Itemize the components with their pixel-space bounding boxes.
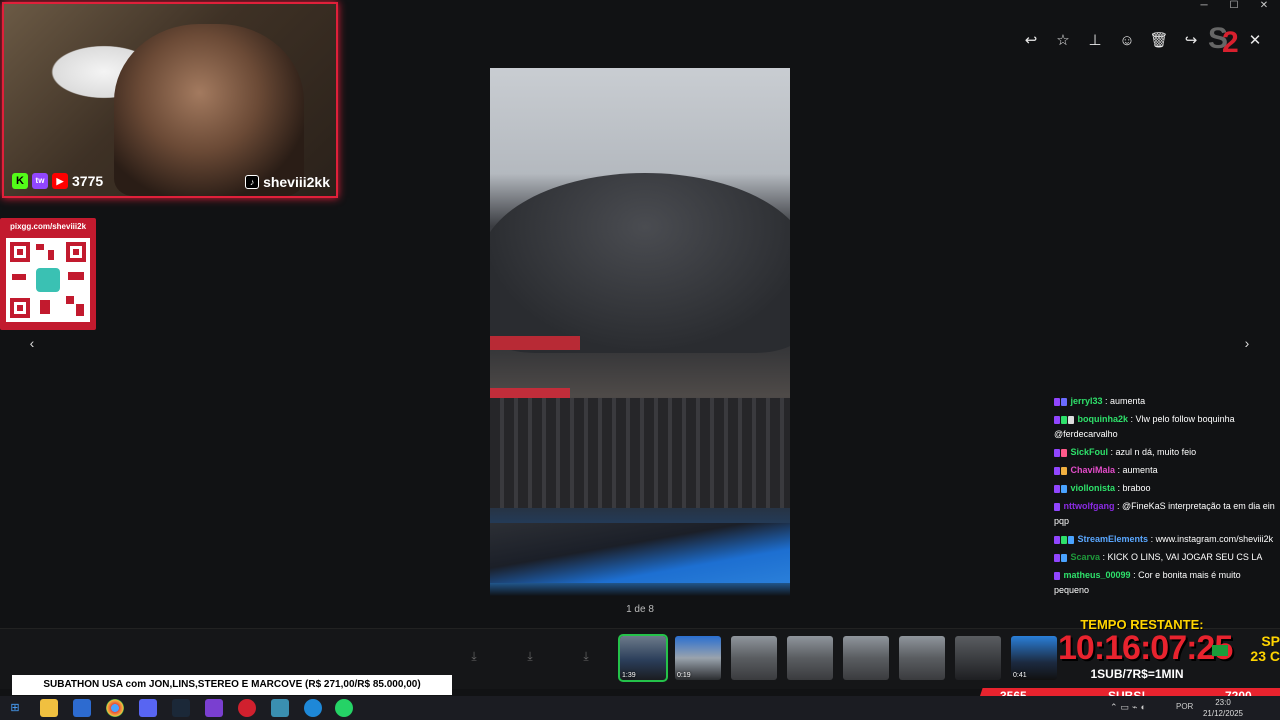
next-arrow-icon[interactable]: › [1240, 336, 1254, 350]
timer-value: 10:16:07:25 [1058, 629, 1233, 667]
chat-message: Scarva : KICK O LINS, VAI JOGAR SEU CS L… [1054, 550, 1278, 565]
tiktok-handle: ♪ sheviii2kk [245, 174, 330, 190]
chat-user: boquinha2k [1077, 414, 1129, 424]
kick-icon: K [12, 173, 28, 189]
chat-overlay: jerryl33 : aumenta boquinha2k : Vlw pelo… [1054, 394, 1278, 601]
star-icon[interactable]: ☆ [1052, 32, 1074, 50]
filmstrip-thumb[interactable] [899, 636, 945, 680]
blue-hood [490, 523, 790, 583]
chat-user: Scarva [1070, 552, 1101, 562]
chat-text: : braboo [1115, 483, 1151, 493]
clock-date: 21/12/2025 [1202, 709, 1244, 718]
webcam-overlay: K tw ▶ 3775 ♪ sheviii2kk [2, 2, 338, 198]
chat-message: StreamElements : www.instagram.com/shevi… [1054, 532, 1278, 547]
download-icon[interactable]: ⤓ [524, 650, 536, 662]
prev-arrow-icon[interactable]: ‹ [25, 336, 39, 350]
viewer-hud: K tw ▶ 3775 [12, 172, 103, 190]
filmstrip-thumb[interactable]: 0:19 [675, 636, 721, 680]
filmstrip-thumb[interactable] [843, 636, 889, 680]
chat-message: SickFoul : azul n dá, muito feio [1054, 445, 1278, 460]
svg-text:2: 2 [1222, 26, 1239, 59]
filmstrip-thumb[interactable] [731, 636, 777, 680]
taskbar-clock[interactable]: 23:0 21/12/2025 [1198, 697, 1248, 719]
brazil-flag-icon [1212, 645, 1228, 656]
chat-text: : aumenta [1102, 396, 1146, 406]
chat-message: boquinha2k : Vlw pelo follow boquinha @f… [1054, 412, 1278, 442]
chat-user: nttwolfgang [1063, 501, 1115, 511]
vented-rack [490, 398, 790, 508]
chat-message: ChaviMala : aumenta [1054, 463, 1278, 478]
handle-text: sheviii2kk [263, 174, 330, 190]
chat-message: matheus_00099 : Cor e bonita mais é muit… [1054, 568, 1278, 598]
timer-rate: 1SUB/7R$=1MIN [1090, 667, 1184, 681]
thumb-duration: 0:41 [1013, 672, 1027, 679]
red-panel [490, 336, 580, 350]
weather-widget: SP 23 C [1210, 634, 1280, 664]
input-language[interactable]: POR [1176, 702, 1196, 714]
streamer [114, 24, 304, 196]
filmstrip-thumb[interactable]: 1:39 [618, 634, 668, 682]
chat-text: : www.instagram.com/sheviii2k [1148, 534, 1274, 544]
chat-message: jerryl33 : aumenta [1054, 394, 1278, 409]
filmstrip-thumb[interactable]: 0:41 [1011, 636, 1057, 680]
steam-icon[interactable] [172, 699, 190, 717]
app-icon[interactable] [205, 699, 223, 717]
taskbar [0, 696, 1280, 720]
chat-user: StreamElements [1077, 534, 1149, 544]
viewer-count: 3775 [72, 173, 104, 189]
filmstrip-thumb[interactable] [955, 636, 1001, 680]
tiktok-icon: ♪ [245, 175, 260, 189]
close-viewer-icon[interactable]: ✕ [1244, 32, 1266, 50]
minimize-button[interactable]: ─ [1192, 0, 1216, 12]
forward-icon[interactable]: ↪ [1180, 32, 1202, 50]
qr-card: pixgg.com/sheviii2k [0, 218, 96, 330]
app-icon[interactable] [271, 699, 289, 717]
chat-user: matheus_00099 [1063, 570, 1131, 580]
tray-icons[interactable]: ⌃▭⌁◐ [1110, 702, 1174, 714]
download-icon[interactable]: ⤓ [468, 650, 480, 662]
reply-icon[interactable]: ↩ [1020, 32, 1042, 50]
discord-icon[interactable] [139, 699, 157, 717]
emoji-icon[interactable]: ☺ [1116, 32, 1138, 50]
maximize-button[interactable]: ☐ [1222, 0, 1246, 12]
download-icon[interactable]: ⤓ [580, 650, 592, 662]
chat-message: nttwolfgang : @FineKaS interpretação ta … [1054, 499, 1278, 529]
chat-text: : azul n dá, muito feio [1108, 447, 1197, 457]
obs-icon[interactable] [238, 699, 256, 717]
window-close-button[interactable]: ✕ [1252, 0, 1276, 12]
filmstrip-thumb[interactable] [787, 636, 833, 680]
red-panel-lower [490, 388, 570, 398]
qr-code [6, 238, 90, 322]
whatsapp-icon[interactable] [335, 699, 353, 717]
youtube-icon: ▶ [52, 173, 68, 189]
subathon-ticker: SUBATHON USA com JON,LINS,STEREO E MARCO… [12, 675, 452, 695]
app-icon[interactable] [304, 699, 322, 717]
chat-user: jerryl33 [1070, 396, 1103, 406]
pin-icon[interactable]: ⊥ [1084, 32, 1106, 50]
media-image[interactable] [490, 68, 790, 596]
shade-cover [490, 173, 790, 353]
chat-text: : KICK O LINS, VAI JOGAR SEU CS LA [1100, 552, 1263, 562]
chat-message: viollonista : braboo [1054, 481, 1278, 496]
qr-url: pixgg.com/sheviii2k [9, 222, 87, 231]
twitch-icon: tw [32, 173, 48, 189]
chat-user: viollonista [1070, 483, 1116, 493]
trash-icon[interactable]: 🗑 [1148, 32, 1170, 50]
clock-time: 23:0 [1215, 698, 1231, 707]
thumb-duration: 0:19 [677, 672, 691, 679]
page-counter: 1 de 8 [626, 604, 654, 615]
store-icon[interactable] [73, 699, 91, 717]
chrome-icon[interactable] [106, 699, 124, 717]
file-explorer-icon[interactable] [40, 699, 58, 717]
chat-text: : aumenta [1115, 465, 1158, 475]
windows-start-icon[interactable]: ⊞ [6, 699, 24, 717]
chat-user: ChaviMala [1070, 465, 1116, 475]
thumb-duration: 1:39 [622, 672, 636, 679]
chat-user: SickFoul [1070, 447, 1109, 457]
